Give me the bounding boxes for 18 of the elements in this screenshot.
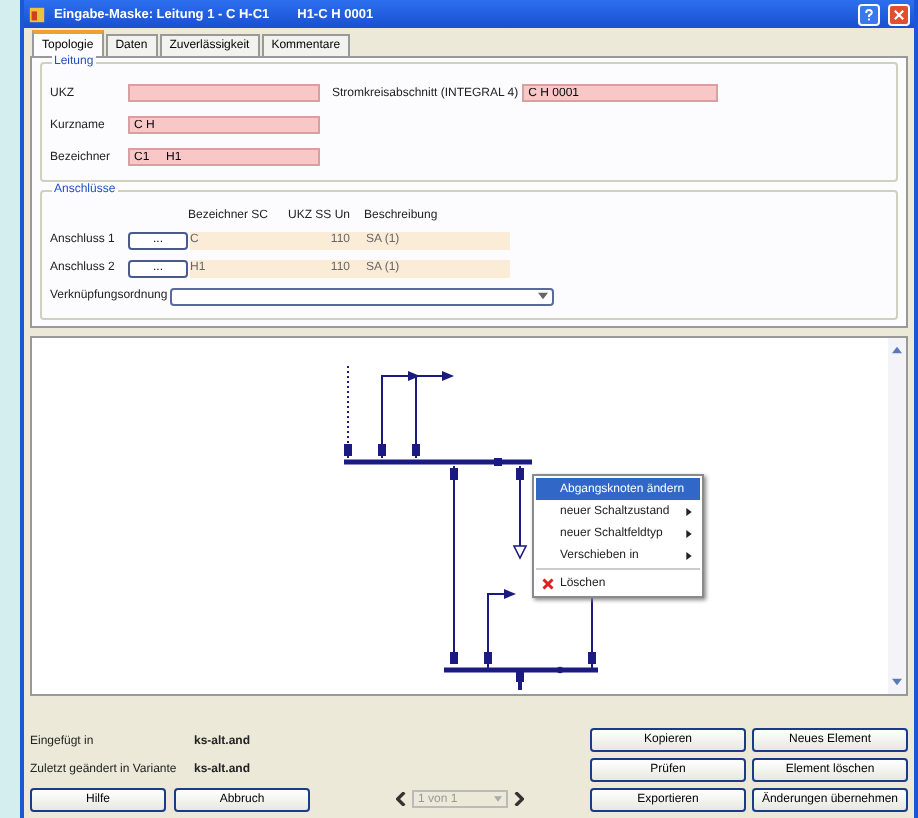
submenu-arrow-icon [686, 551, 692, 559]
help-icon [862, 7, 876, 21]
scroll-up-icon[interactable] [892, 346, 902, 354]
order-dropdown[interactable] [169, 287, 554, 305]
app-icon [28, 5, 46, 23]
close-icon [892, 7, 906, 21]
caret-icon [494, 796, 502, 802]
delete-icon [542, 577, 554, 589]
next-icon[interactable] [514, 792, 524, 806]
close-button[interactable] [888, 3, 910, 25]
scrollbar[interactable] [888, 338, 906, 694]
submenu-arrow-icon [686, 507, 692, 515]
submenu-arrow-icon [686, 529, 692, 537]
ukz-field[interactable] [128, 84, 320, 102]
scroll-down-icon[interactable] [892, 678, 902, 686]
help-button[interactable] [858, 3, 880, 25]
caret-icon [537, 292, 548, 300]
previous-icon[interactable] [396, 792, 406, 806]
